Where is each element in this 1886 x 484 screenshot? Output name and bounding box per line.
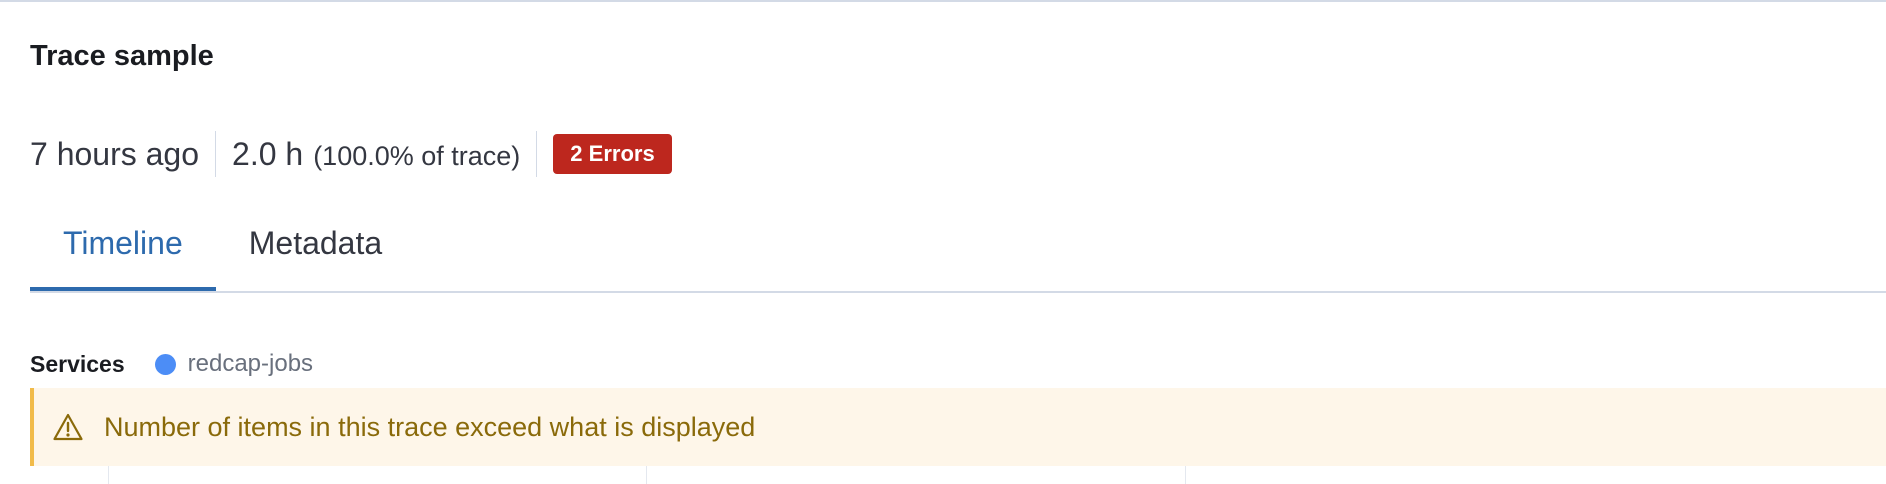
services-label: Services xyxy=(30,350,125,377)
service-dot-icon xyxy=(154,353,176,375)
trace-age: 7 hours ago xyxy=(30,136,199,173)
tab-metadata[interactable]: Metadata xyxy=(216,215,415,289)
trace-duration: 2.0 h (100.0% of trace) xyxy=(232,136,520,173)
summary-divider xyxy=(536,131,538,177)
gridline xyxy=(108,466,109,484)
services-legend: Services redcap-jobs xyxy=(30,350,313,378)
trace-duration-value: 2.0 h xyxy=(232,135,304,172)
errors-badge[interactable]: 2 Errors xyxy=(553,134,672,174)
trace-age-text: 7 hours ago xyxy=(30,135,200,172)
gridline xyxy=(1185,466,1186,484)
trace-sample-page: Trace sample 7 hours ago 2.0 h (100.0% o… xyxy=(0,0,1886,484)
summary-divider xyxy=(215,131,217,177)
timeline-gridlines xyxy=(30,466,1886,484)
trace-summary: 7 hours ago 2.0 h (100.0% of trace) 2 Er… xyxy=(30,130,672,178)
tab-timeline[interactable]: Timeline xyxy=(30,215,216,291)
warning-message: Number of items in this trace exceed wha… xyxy=(104,411,756,442)
trace-tabs: Timeline Metadata xyxy=(30,215,1886,293)
top-divider xyxy=(0,0,1886,2)
warning-icon xyxy=(52,412,84,442)
service-name: redcap-jobs xyxy=(187,350,314,377)
trace-duration-share: (100.0% of trace) xyxy=(313,140,521,171)
warning-callout: Number of items in this trace exceed wha… xyxy=(30,388,1886,466)
page-title: Trace sample xyxy=(30,40,214,72)
gridline xyxy=(646,466,647,484)
